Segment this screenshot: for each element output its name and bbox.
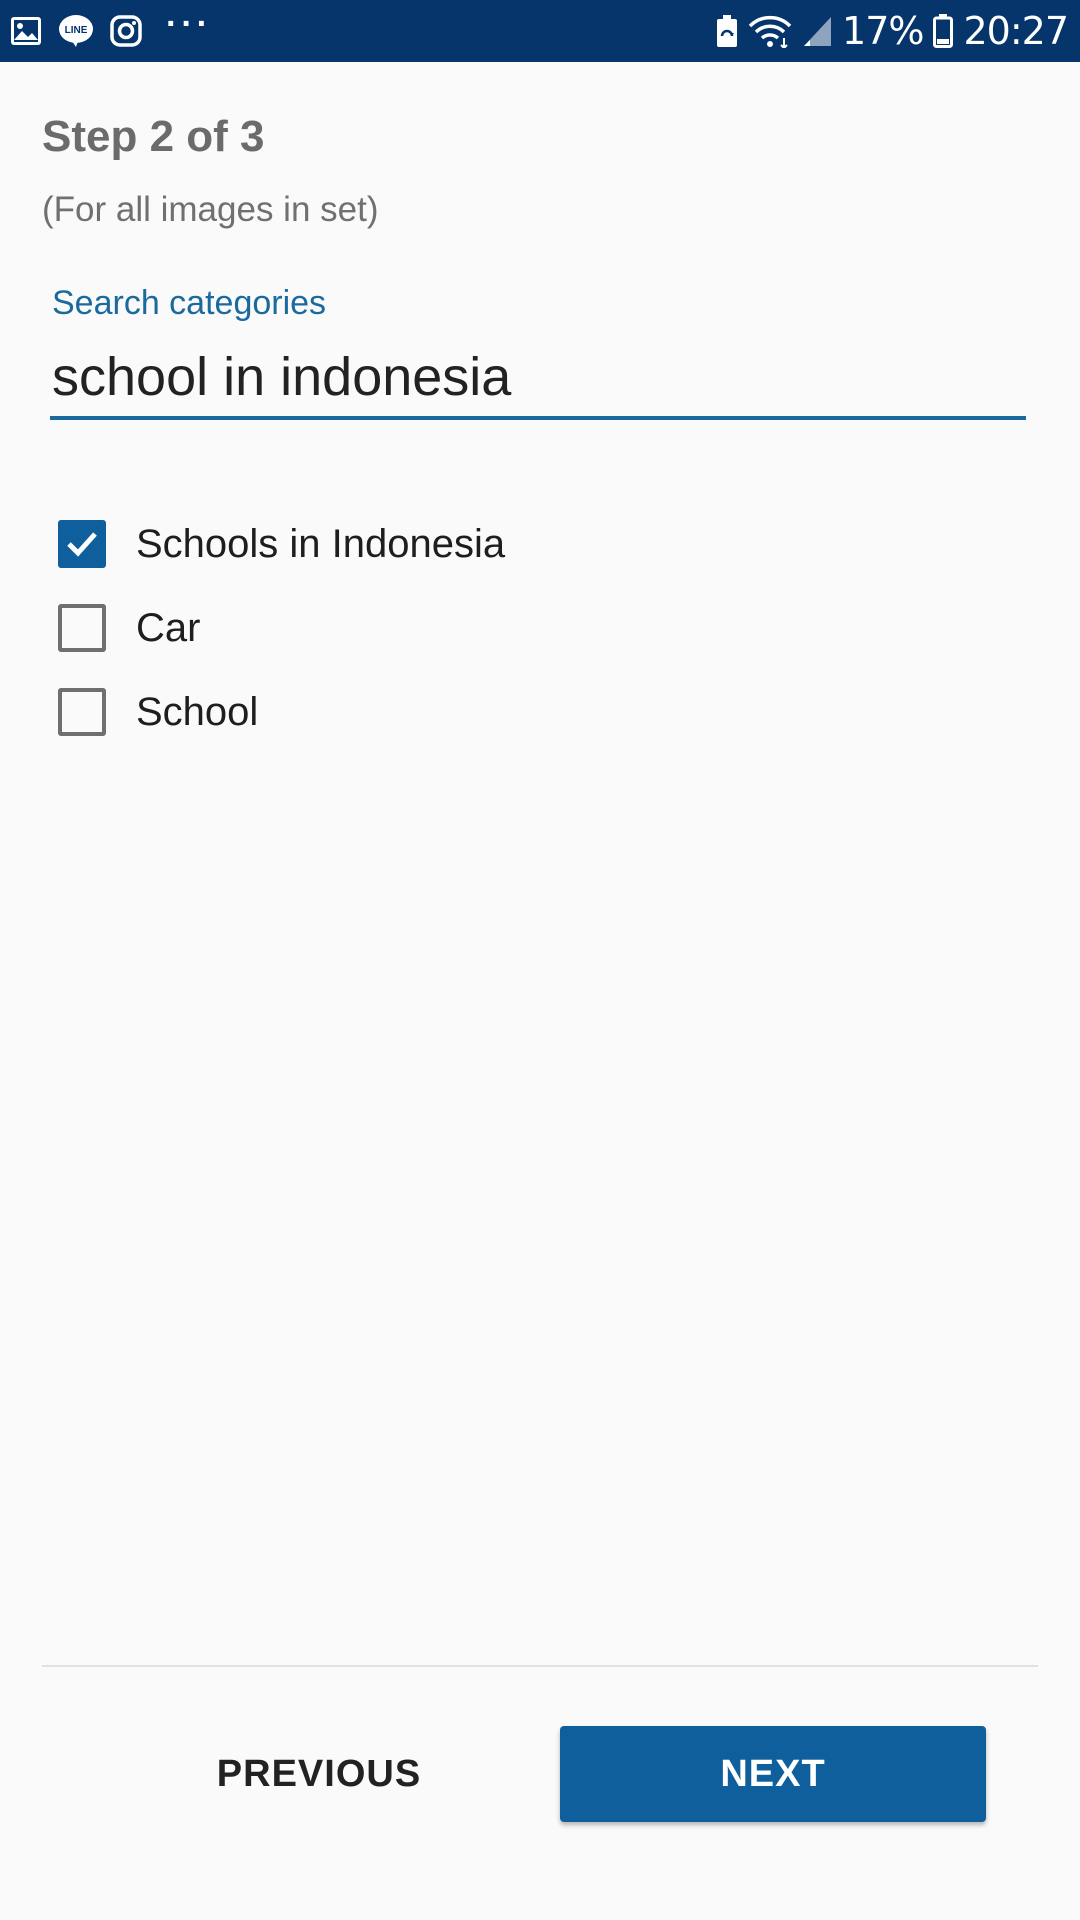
previous-button[interactable]: PREVIOUS	[144, 1726, 494, 1822]
checkbox-unchecked-icon[interactable]	[58, 688, 106, 736]
category-item-school[interactable]: School	[58, 670, 1018, 754]
line-app-icon: LINE	[58, 14, 94, 48]
search-label: Search categories	[52, 284, 327, 322]
status-bar: LINE ··· 17% 20:27	[0, 0, 1080, 62]
checkbox-checked-icon[interactable]	[58, 520, 106, 568]
battery-icon	[933, 14, 954, 48]
more-notifications-icon: ···	[166, 4, 212, 43]
clock: 20:27	[963, 9, 1069, 53]
search-input[interactable]	[50, 338, 1026, 420]
category-item-schools-in-indonesia[interactable]: Schools in Indonesia	[58, 502, 1018, 586]
category-list: Schools in Indonesia Car School	[58, 502, 1018, 754]
battery-percent: 17%	[842, 9, 924, 53]
category-label: School	[136, 689, 259, 734]
next-button[interactable]: NEXT	[560, 1726, 986, 1822]
instagram-icon	[110, 15, 142, 47]
svg-text:LINE: LINE	[65, 25, 88, 36]
category-label: Car	[136, 605, 201, 650]
notification-icons: LINE ···	[10, 0, 212, 62]
system-icons: 17% 20:27	[716, 0, 1069, 62]
checkbox-unchecked-icon[interactable]	[58, 604, 106, 652]
page-subtitle: (For all images in set)	[42, 190, 379, 229]
wifi-icon	[748, 14, 792, 48]
category-label: Schools in Indonesia	[136, 521, 506, 566]
gallery-icon	[10, 16, 42, 46]
category-step-screen: Step 2 of 3 (For all images in set) Sear…	[0, 62, 1080, 1920]
category-item-car[interactable]: Car	[58, 586, 1018, 670]
footer-divider	[42, 1665, 1038, 1667]
page-title: Step 2 of 3	[42, 112, 265, 161]
cell-signal-icon	[802, 15, 832, 47]
battery-saver-icon	[716, 14, 738, 48]
